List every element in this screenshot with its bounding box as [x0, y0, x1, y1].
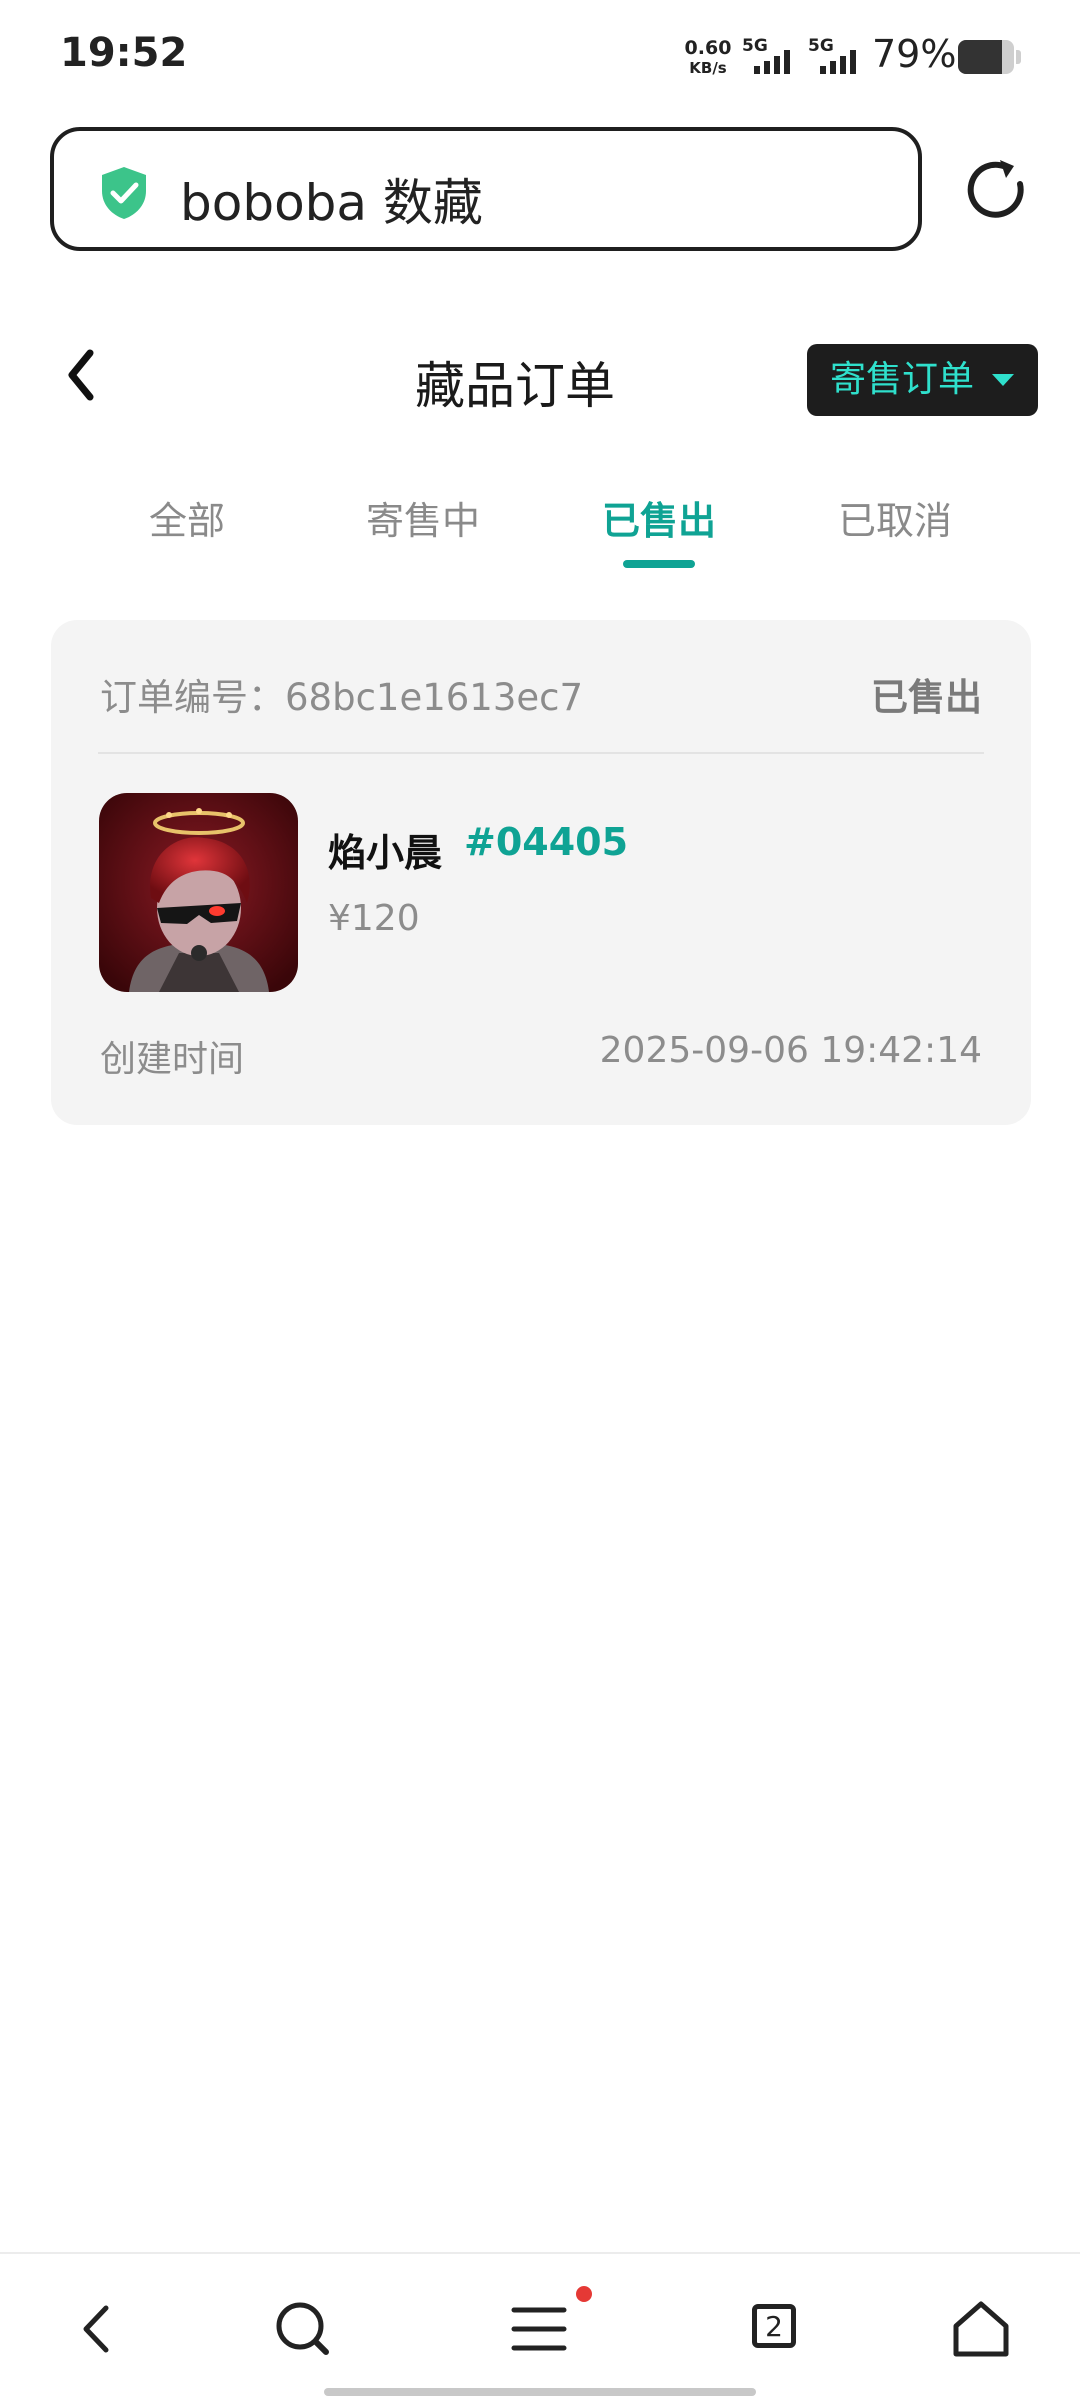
order-type-dropdown[interactable]: 寄售订单: [807, 344, 1038, 416]
network-speed-value: 0.60: [684, 37, 732, 59]
sim1-signal-icon: 5G: [742, 36, 802, 76]
tab-count: 2: [752, 2304, 796, 2348]
order-status: 已售出: [871, 676, 982, 719]
back-icon[interactable]: [64, 2294, 134, 2364]
search-icon[interactable]: [268, 2294, 338, 2364]
url-bar[interactable]: boboba 数藏: [50, 127, 922, 251]
network-speed: 0.60 KB/s: [682, 38, 734, 78]
order-number: 订单编号：68bc1e1613ec7: [100, 676, 584, 719]
item-name: 焰小晨: [328, 831, 443, 875]
shield-check-icon: [102, 167, 146, 219]
created-time-value: 2025-09-06 19:42:14: [599, 1030, 982, 1071]
network-speed-unit: KB/s: [689, 59, 727, 77]
collectible-thumbnail: [99, 793, 298, 992]
item-price: ¥120: [328, 898, 420, 939]
created-time-label: 创建时间: [100, 1039, 245, 1080]
home-indicator[interactable]: [324, 2388, 756, 2396]
tab-all[interactable]: 全部: [107, 490, 267, 545]
menu-icon[interactable]: [504, 2294, 574, 2364]
caret-down-icon: [992, 374, 1014, 386]
battery-nub: [1016, 50, 1021, 64]
tab-on-sale[interactable]: 寄售中: [343, 490, 503, 545]
sim2-signal-icon: 5G: [808, 36, 868, 76]
divider: [98, 752, 984, 754]
url-text: boboba 数藏: [180, 174, 483, 232]
order-card[interactable]: 订单编号：68bc1e1613ec7 已售出 焰小晨 #04405 ¥120 创…: [51, 620, 1031, 1125]
order-tabs: 全部 寄售中 已售出 已取消: [0, 490, 1080, 570]
status-time: 19:52: [60, 30, 188, 76]
status-bar: 19:52 0.60 KB/s 5G 5G 79%: [0, 0, 1080, 115]
reload-icon[interactable]: [962, 156, 1030, 224]
active-tab-indicator: [623, 560, 695, 568]
notification-dot: [576, 2286, 592, 2302]
home-icon[interactable]: [946, 2294, 1016, 2364]
browser-bottom-nav: 2: [0, 2252, 1080, 2402]
tabs-icon[interactable]: 2: [742, 2294, 812, 2364]
item-serial: #04405: [464, 820, 629, 864]
battery-percent: 79%: [872, 32, 957, 76]
order-type-label: 寄售订单: [830, 359, 975, 400]
tab-cancelled[interactable]: 已取消: [815, 490, 975, 545]
battery-icon: [958, 40, 1014, 74]
tab-sold[interactable]: 已售出: [579, 490, 739, 545]
